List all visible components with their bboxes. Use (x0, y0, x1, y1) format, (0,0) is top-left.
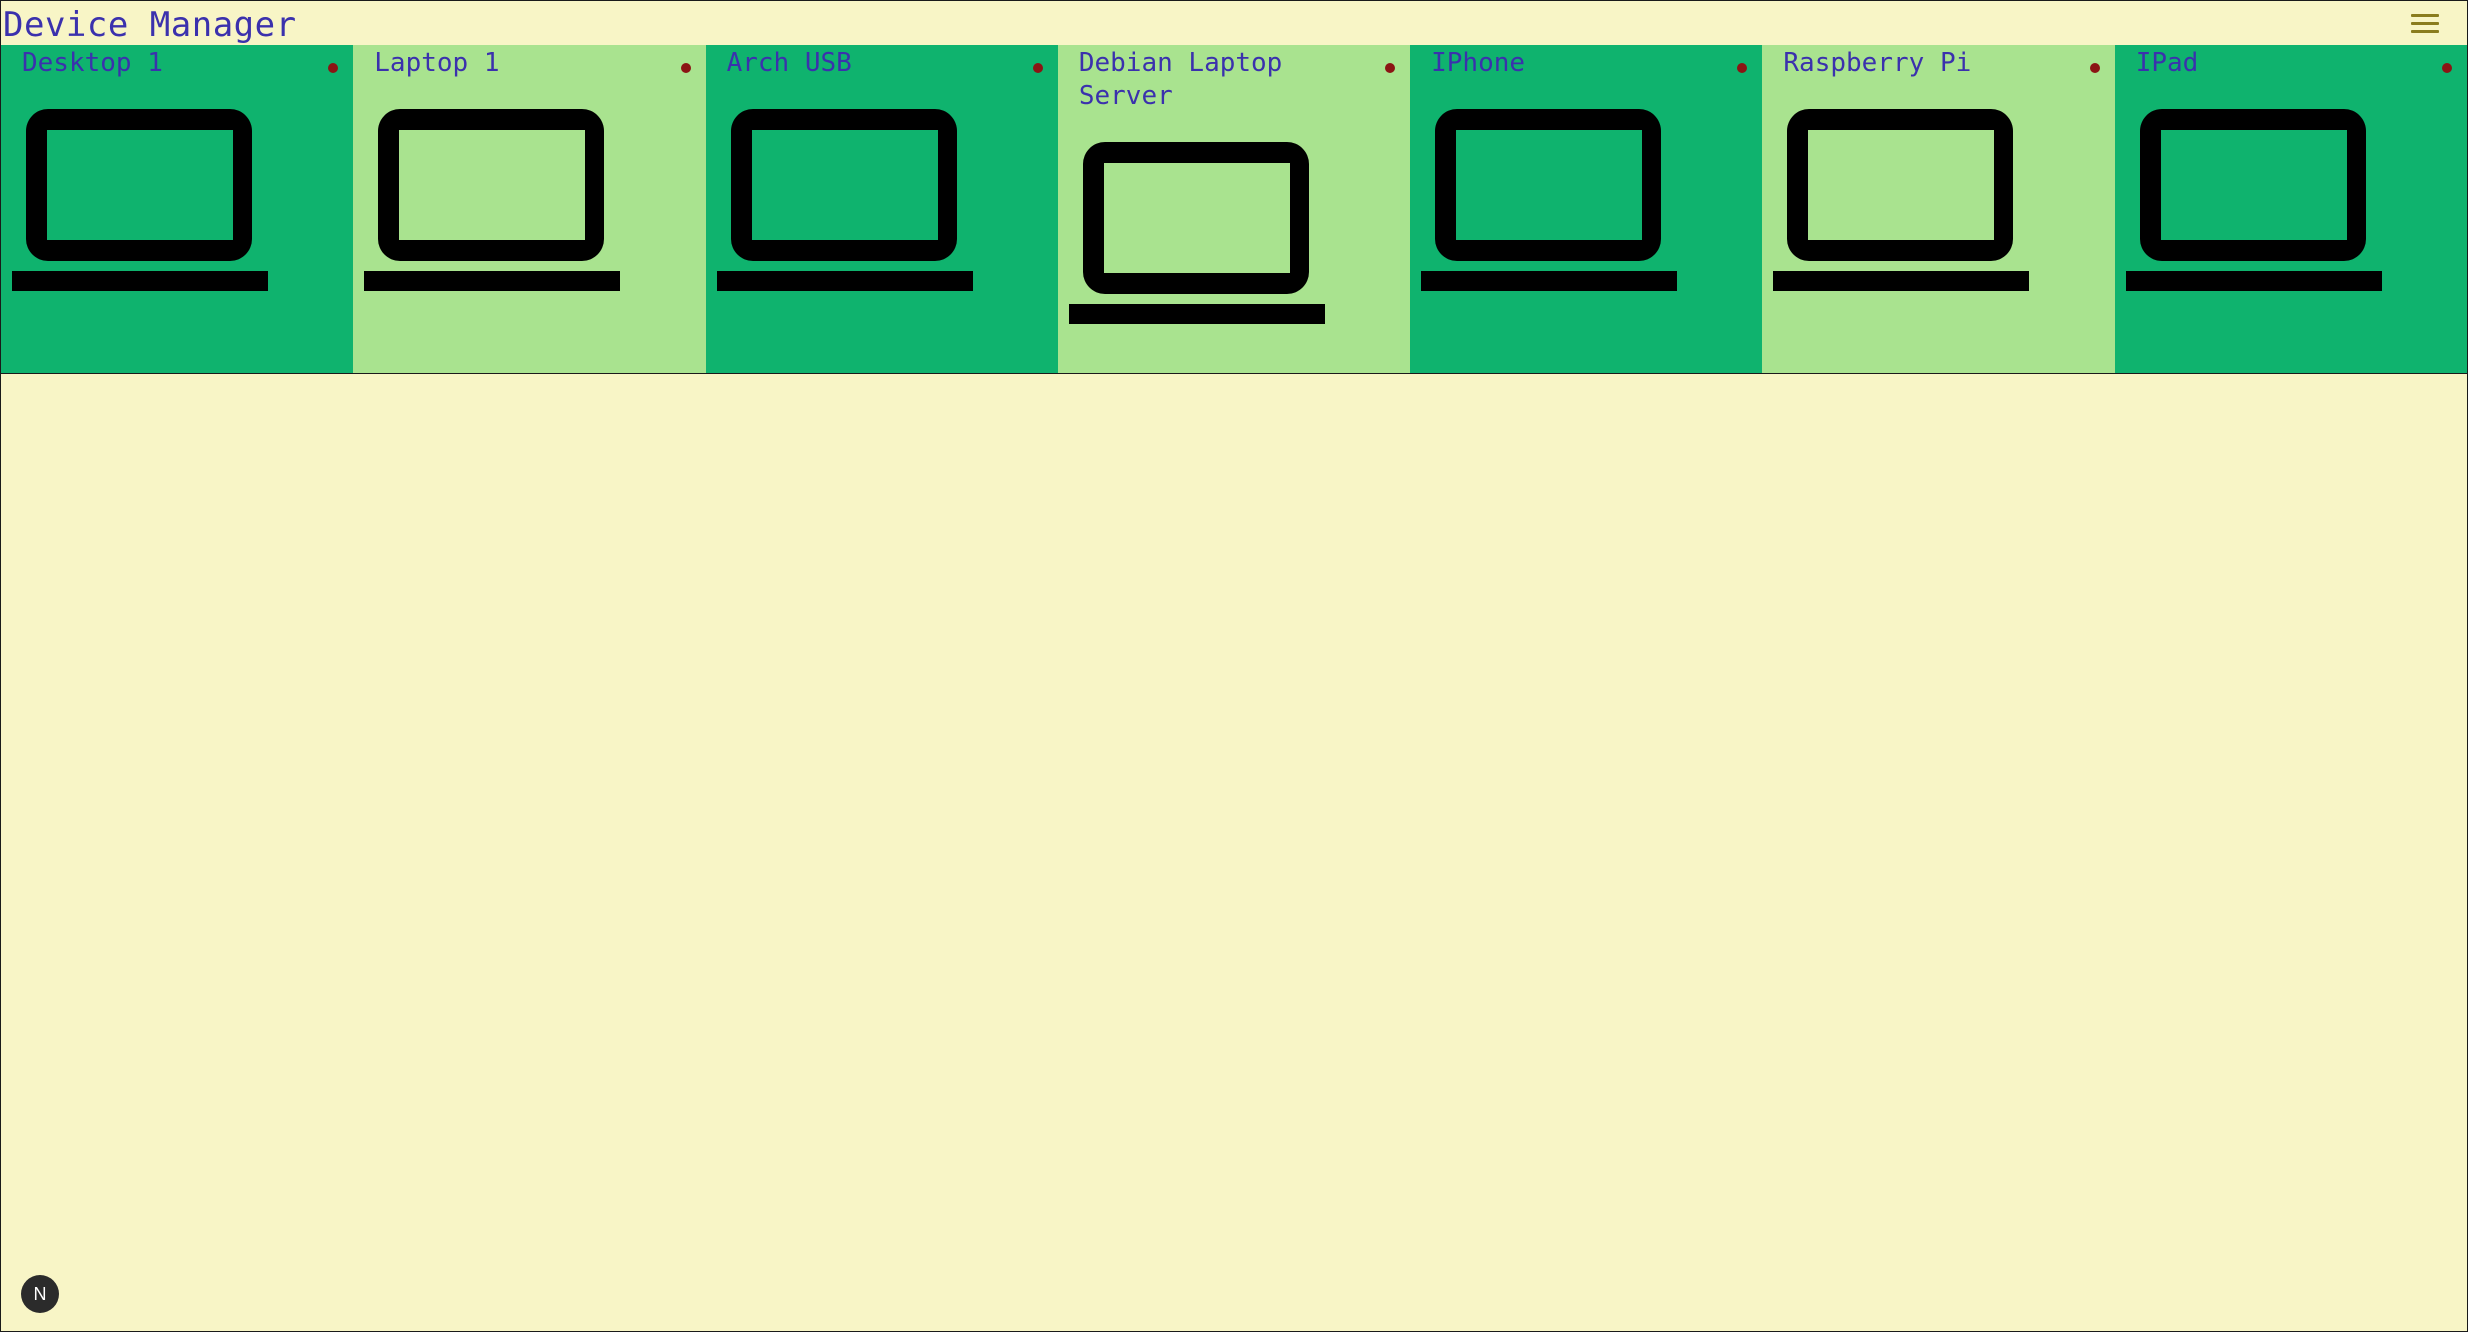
device-card-laptop-1[interactable]: Laptop 1 (353, 45, 706, 373)
device-name: IPad (2135, 48, 2199, 78)
laptop-icon (716, 109, 973, 291)
menu-line (2411, 21, 2439, 25)
device-card-iphone[interactable]: IPhone (1410, 45, 1763, 373)
app-window: Device Manager Desktop 1 Laptop 1 Arch U… (0, 0, 2468, 1332)
device-name: Raspberry Pi (1783, 48, 1972, 78)
status-dot (1385, 63, 1396, 73)
status-dot (2441, 63, 2452, 73)
device-name: Laptop 1 (374, 48, 500, 78)
laptop-icon (364, 109, 621, 291)
status-dot (328, 63, 339, 73)
device-card-debian-laptop-server[interactable]: Debian Laptop Server (1057, 45, 1411, 373)
status-dot (1737, 63, 1748, 73)
device-name: IPhone (1431, 48, 1526, 78)
nextjs-badge-button[interactable]: N (21, 1275, 59, 1313)
status-dot (680, 63, 691, 73)
device-name: Arch USB (726, 48, 852, 78)
menu-line (2411, 13, 2439, 17)
menu-line (2411, 29, 2439, 33)
device-name: Desktop 1 (22, 48, 163, 78)
laptop-icon (1773, 109, 2030, 291)
hamburger-menu-icon[interactable] (2411, 7, 2443, 39)
device-name: Debian Laptop Server (1078, 48, 1283, 111)
laptop-icon (2125, 109, 2382, 291)
laptop-icon (1068, 142, 1325, 324)
status-dot (1032, 63, 1043, 73)
laptop-icon (12, 109, 268, 291)
device-card-ipad[interactable]: IPad (2114, 45, 2467, 373)
page-title: Device Manager (3, 5, 297, 45)
device-card-raspberry-pi[interactable]: Raspberry Pi (1762, 45, 2115, 373)
laptop-icon (1421, 109, 1678, 291)
device-list: Desktop 1 Laptop 1 Arch USB Debian Lapto… (1, 45, 2467, 374)
status-dot (2089, 63, 2100, 73)
device-card-arch-usb[interactable]: Arch USB (705, 45, 1058, 373)
device-card-desktop-1[interactable]: Desktop 1 (1, 45, 354, 373)
